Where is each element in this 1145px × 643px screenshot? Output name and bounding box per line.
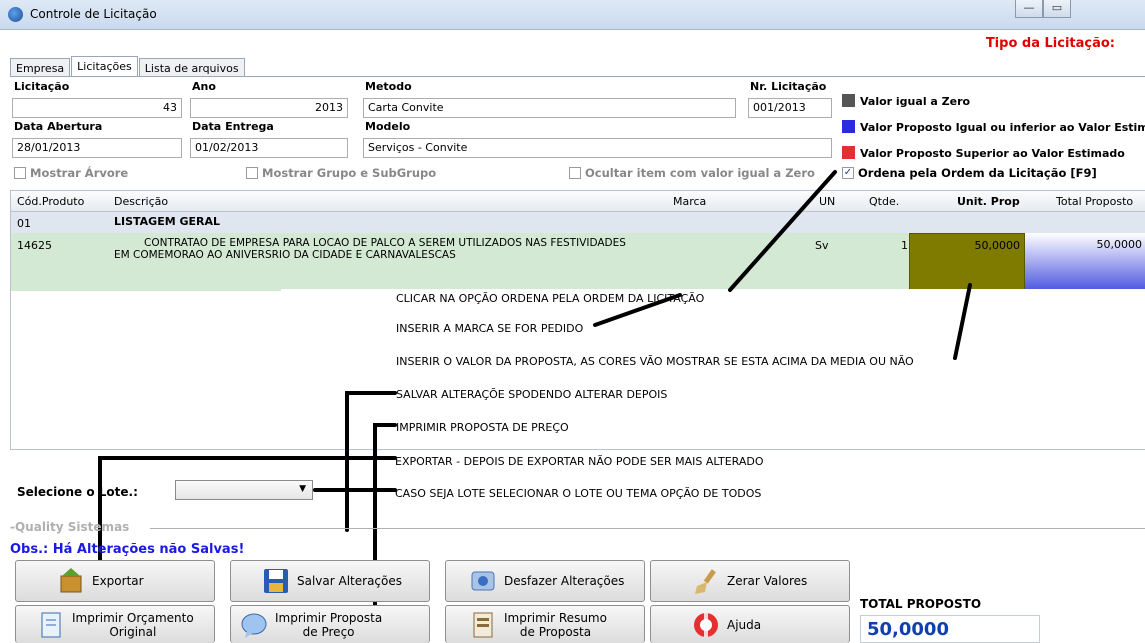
obs-warning: Obs.: Há Alterações não Salvas! xyxy=(10,542,245,557)
floppy-disk-icon xyxy=(264,569,288,593)
arrow-marca xyxy=(593,293,682,327)
arrow-salvar xyxy=(345,391,397,532)
quality-sistemas-label: -Quality Sistemas xyxy=(10,520,130,534)
lifebuoy-icon xyxy=(694,612,718,637)
imprimir-orcamento-label: Imprimir Orçamento Original xyxy=(72,611,194,639)
total-proposto-label: TOTAL PROPOSTO xyxy=(860,597,982,611)
imprimir-orcamento-button[interactable]: Imprimir Orçamento Original xyxy=(15,605,215,643)
document-icon xyxy=(41,612,61,637)
total-proposto-display: 50,0000 xyxy=(860,615,1040,643)
ajuda-button[interactable]: Ajuda xyxy=(650,605,850,643)
zerar-button[interactable]: Zerar Valores xyxy=(650,560,850,602)
zerar-label: Zerar Valores xyxy=(727,574,808,588)
ajuda-label: Ajuda xyxy=(727,617,762,632)
quality-divider xyxy=(150,528,1145,529)
desfazer-label: Desfazer Alterações xyxy=(504,574,625,588)
imprimir-proposta-line2: de Preço xyxy=(302,624,355,639)
exportar-label: Exportar xyxy=(92,574,144,588)
arrow-valor xyxy=(953,283,972,360)
exportar-button[interactable]: Exportar xyxy=(15,560,215,602)
imprimir-proposta-line1: Imprimir Proposta xyxy=(275,610,383,625)
imprimir-resumo-label: Imprimir Resumo de Proposta xyxy=(504,611,607,639)
imprimir-resumo-line1: Imprimir Resumo xyxy=(504,610,607,625)
imprimir-proposta-button[interactable]: Imprimir Proposta de Preço xyxy=(230,605,430,643)
brush-icon xyxy=(695,569,716,594)
report-icon xyxy=(473,612,493,637)
imprimir-resumo-line2: de Proposta xyxy=(519,624,592,639)
salvar-label: Salvar Alterações xyxy=(297,574,402,588)
imprimir-orcamento-line1: Imprimir Orçamento xyxy=(72,610,194,625)
desfazer-button[interactable]: Desfazer Alterações xyxy=(445,560,645,602)
imprimir-resumo-button[interactable]: Imprimir Resumo de Proposta xyxy=(445,605,645,643)
undo-icon xyxy=(471,571,495,591)
imprimir-orcamento-line2: Original xyxy=(109,624,157,639)
salvar-button[interactable]: Salvar Alterações xyxy=(230,560,430,602)
imprimir-proposta-label: Imprimir Proposta de Preço xyxy=(275,611,382,639)
speech-bubble-icon xyxy=(241,613,267,638)
box-export-icon xyxy=(60,568,82,593)
arrow-ordena xyxy=(728,170,837,292)
